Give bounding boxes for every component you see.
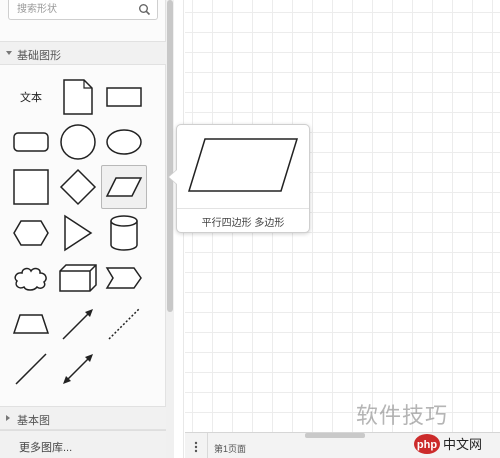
bidirectional-arrow-icon [63, 354, 93, 384]
section-title: 基础图形 [17, 50, 61, 62]
shape-text[interactable]: 文本 [8, 75, 54, 119]
more-libraries-label: 更多图库... [19, 442, 73, 454]
square-icon [13, 169, 49, 205]
search-input[interactable] [17, 2, 135, 17]
caret-right-icon [6, 415, 10, 421]
trapezoid-icon [12, 314, 50, 334]
diagram-editor: 基础图形 文本 [0, 0, 500, 458]
cylinder-icon [110, 215, 138, 251]
tooltip-label: 平行四边形 多边形 [201, 218, 285, 229]
ellipse-icon [106, 129, 142, 155]
cube-icon [59, 264, 97, 292]
shape-triangle[interactable] [55, 211, 101, 255]
vertical-ellipsis-icon [194, 441, 198, 453]
page-menu-button[interactable] [185, 435, 207, 458]
parallelogram-preview-icon [187, 138, 299, 192]
step-arrow-icon [105, 267, 142, 289]
triangle-icon [64, 214, 93, 252]
section-title: 基本图 [17, 415, 50, 427]
sidebar-scrollbar[interactable] [166, 0, 174, 458]
shape-square[interactable] [8, 165, 54, 209]
shape-arrow[interactable] [55, 302, 101, 346]
shape-step[interactable] [101, 256, 147, 300]
section-header-basic-shapes[interactable]: 基础图形 [0, 41, 166, 65]
shape-parallelogram[interactable] [101, 165, 147, 209]
shape-preview-tooltip: 平行四边形 多边形 [168, 124, 310, 233]
shape-document[interactable] [55, 75, 101, 119]
caret-down-icon [6, 51, 12, 55]
shape-circle[interactable] [55, 120, 101, 164]
shape-diamond[interactable] [55, 165, 101, 209]
shape-line[interactable] [8, 347, 54, 391]
text-shape-label: 文本 [20, 92, 42, 104]
shape-cube[interactable] [55, 256, 101, 300]
search-box[interactable] [8, 0, 158, 20]
cloud-icon [14, 267, 47, 291]
section-header-basic-diagram[interactable]: 基本图 [0, 406, 166, 430]
shape-trapezoid[interactable] [8, 302, 54, 346]
watermark-text: 软件技巧 [356, 404, 449, 429]
search-icon[interactable] [138, 3, 151, 16]
svg-text:php: php [417, 439, 437, 451]
svg-text:中文网: 中文网 [443, 438, 482, 453]
sidebar-scroll-thumb[interactable] [167, 0, 173, 312]
rounded-rectangle-icon [13, 132, 49, 152]
canvas-horizontal-scroll-thumb[interactable] [305, 433, 365, 438]
more-libraries-button[interactable]: 更多图库... [0, 430, 166, 458]
shape-hexagon[interactable] [8, 211, 54, 255]
diamond-icon [59, 168, 97, 206]
page-tab-label: 第1页面 [214, 444, 247, 454]
page-tab[interactable]: 第1页面 [207, 433, 287, 458]
shape-ellipse[interactable] [101, 120, 147, 164]
document-icon [63, 79, 93, 115]
parallelogram-icon [105, 177, 143, 197]
rectangle-icon [106, 87, 142, 107]
shape-dotted-line[interactable] [101, 302, 147, 346]
shape-cloud[interactable] [8, 256, 54, 300]
tooltip-pointer-fill [169, 170, 177, 184]
tooltip-divider [177, 208, 309, 209]
shape-rounded-rectangle[interactable] [8, 120, 54, 164]
php-logo-watermark: php 中文网 [414, 434, 482, 454]
shape-cylinder[interactable] [101, 211, 147, 255]
line-icon [15, 353, 47, 385]
arrow-icon [62, 309, 93, 340]
hexagon-icon [13, 220, 49, 246]
shape-bidirectional-arrow[interactable] [55, 347, 101, 391]
circle-icon [60, 124, 96, 160]
shape-sidebar: 基础图形 文本 [0, 0, 166, 458]
shape-rectangle[interactable] [101, 75, 147, 119]
dotted-line-icon [108, 308, 140, 340]
